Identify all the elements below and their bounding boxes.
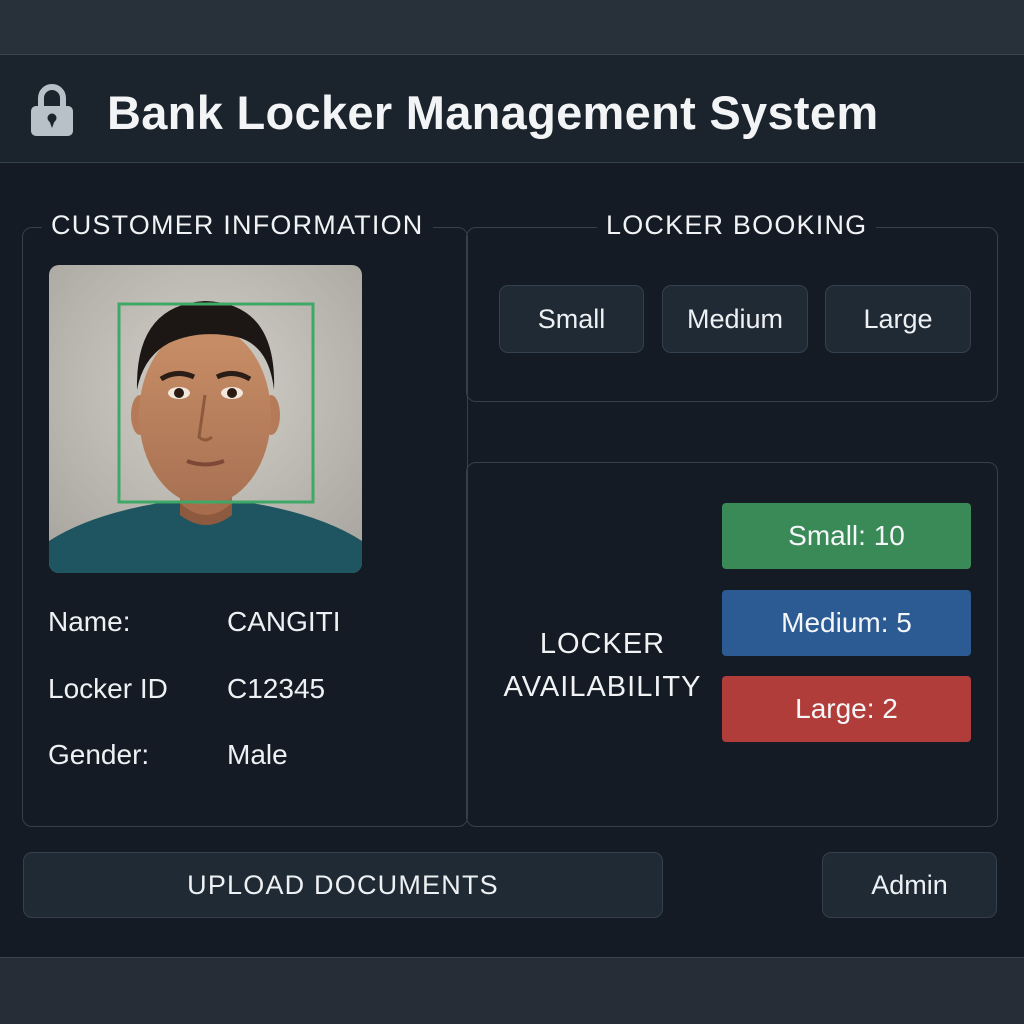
customer-info-title: CUSTOMER INFORMATION — [42, 210, 433, 241]
availability-label-line2: AVAILABILITY — [503, 671, 702, 703]
name-value: CANGITI — [227, 606, 341, 637]
name-label: Name: — [48, 606, 131, 637]
book-medium-button[interactable]: Medium — [662, 285, 808, 353]
customer-portrait — [49, 265, 362, 573]
app-header: Bank Locker Management System — [0, 55, 1024, 163]
availability-label-line1: LOCKER — [539, 628, 666, 660]
locker-booking-title: LOCKER BOOKING — [597, 210, 877, 241]
admin-button[interactable]: Admin — [822, 852, 997, 918]
book-large-button[interactable]: Large — [825, 285, 971, 353]
bottom-strip — [0, 958, 1024, 1024]
upload-documents-button[interactable]: UPLOAD DOCUMENTS — [23, 852, 663, 918]
customer-photo — [49, 265, 362, 573]
gender-label: Gender: — [48, 739, 150, 770]
book-small-button[interactable]: Small — [499, 285, 644, 353]
medium-availability-badge: Medium: 5 — [722, 590, 971, 656]
app-title: Bank Locker Management System — [107, 86, 879, 139]
small-availability-badge: Small: 10 — [722, 503, 971, 569]
app-window: Bank Locker Management System CUSTOMER I… — [0, 54, 1024, 958]
locker-id-value: C12345 — [227, 673, 326, 704]
lock-icon — [31, 84, 73, 136]
locker-availability-label: LOCKER AVAILABILITY — [480, 623, 725, 709]
top-strip — [0, 0, 1024, 54]
gender-value: Male — [227, 739, 288, 770]
large-availability-badge: Large: 2 — [722, 676, 971, 742]
locker-id-label: Locker ID — [48, 673, 168, 704]
